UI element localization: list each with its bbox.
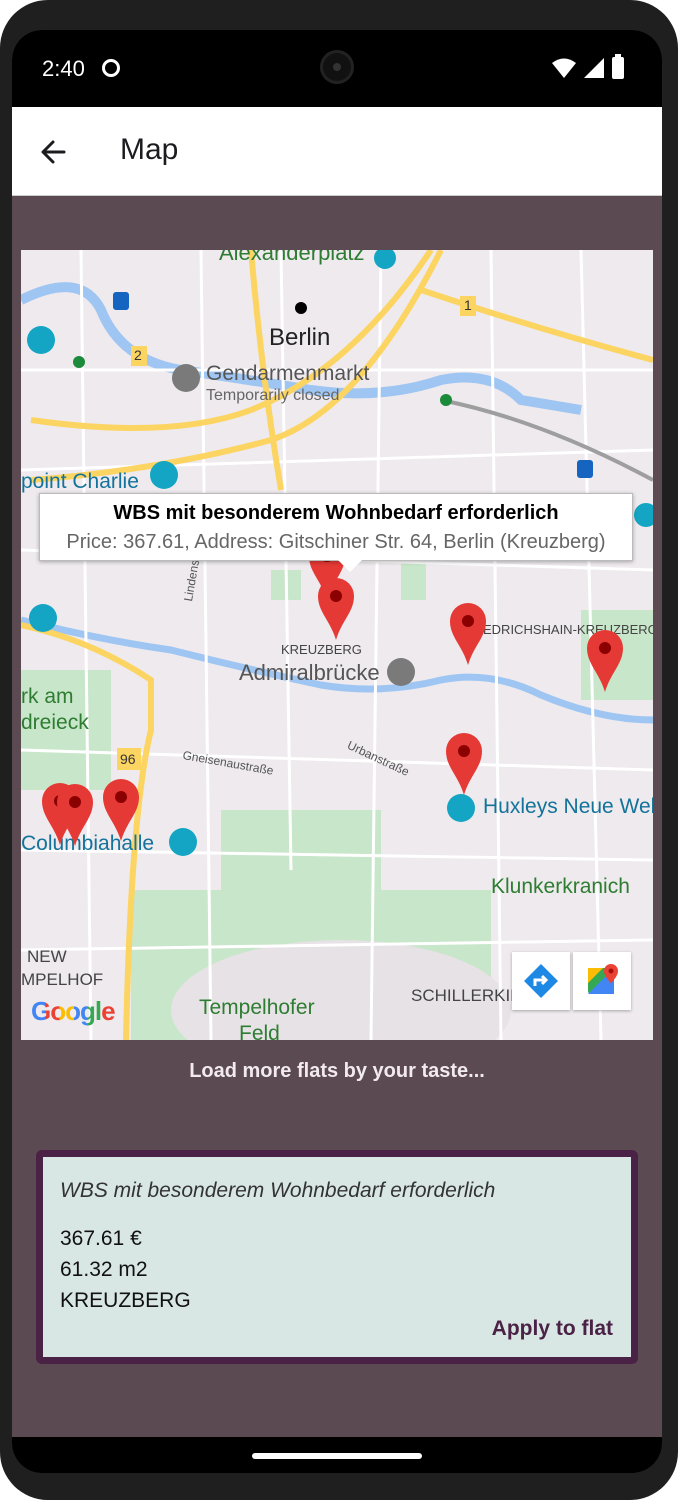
- apply-to-flat-button[interactable]: Apply to flat: [492, 1317, 613, 1341]
- map-marker[interactable]: [55, 782, 95, 846]
- phone-frame: 2:40 Map Alexanderplatz Berlin Gendarmen…: [0, 0, 678, 1500]
- map-marker[interactable]: [444, 731, 484, 795]
- flat-card[interactable]: WBS mit besonderem Wohnbedarf erforderli…: [36, 1150, 638, 1364]
- home-gesture-handle[interactable]: [252, 1453, 422, 1459]
- app-bar: Map: [12, 107, 662, 196]
- google-maps-icon: [588, 964, 618, 994]
- load-more-link[interactable]: Load more flats by your taste...: [12, 1060, 662, 1083]
- info-window-title: WBS mit besonderem Wohnbedarf erforderli…: [113, 502, 559, 524]
- navigation-bar: [12, 1437, 662, 1473]
- poi-museum-2: [27, 326, 55, 354]
- transit-u-1: [113, 292, 129, 310]
- status-time: 2:40: [42, 56, 85, 81]
- road-shield-1: 1: [464, 297, 472, 313]
- flat-card-price: 367.61 €: [60, 1227, 142, 1250]
- camera-cutout: [320, 50, 354, 84]
- map-marker[interactable]: [585, 628, 625, 692]
- park-small-2: [401, 560, 426, 600]
- wifi-icon: [552, 58, 576, 78]
- directions-icon: [524, 964, 558, 998]
- map-label-friedrichshain: EDRICHSHAIN-KREUZBERG: [483, 622, 653, 637]
- map-label-tempelhof-district: MPELHOF: [21, 970, 104, 989]
- info-window-tail: [338, 560, 362, 572]
- poi-checkpoint: [150, 461, 178, 489]
- flat-card-district: KREUZBERG: [60, 1289, 191, 1312]
- screen: 2:40 Map Alexanderplatz Berlin Gendarmen…: [12, 30, 662, 1473]
- map-label-huxleys: Huxleys Neue Wel: [483, 795, 653, 818]
- map-label-feld: Feld: [239, 1022, 280, 1040]
- poi-huxleys: [447, 794, 475, 822]
- poi-admiralbruecke: [387, 658, 415, 686]
- status-bar: 2:40: [12, 30, 662, 107]
- flat-card-title: WBS mit besonderem Wohnbedarf erforderli…: [60, 1179, 496, 1202]
- transit-u-2: [577, 460, 593, 478]
- poi-museum: [29, 604, 57, 632]
- signal-icon: [584, 58, 604, 78]
- app-notification-icon: [102, 59, 120, 77]
- battery-icon: [612, 54, 624, 79]
- directions-button[interactable]: [512, 952, 570, 1010]
- map-label-admiralbruecke: Admiralbrücke: [239, 660, 380, 685]
- open-google-maps-button[interactable]: [573, 952, 631, 1010]
- map-label-klunkerkranich: Klunkerkranich: [491, 875, 630, 898]
- system-icons: [552, 54, 624, 79]
- map-label-dreieck: dreieck: [21, 711, 89, 734]
- transit-berlin: [295, 302, 307, 314]
- map-label-gendarmenmarkt: Gendarmenmarkt: [206, 362, 370, 385]
- map-label-kreuzberg: KREUZBERG: [281, 642, 362, 657]
- info-window-snippet: Price: 367.61, Address: Gitschiner Str. …: [66, 531, 606, 553]
- map-label-alexanderplatz: Alexanderplatz: [219, 250, 365, 265]
- transit-s-2: [440, 394, 452, 406]
- map-label-new: NEW: [27, 947, 67, 966]
- transit-s-1: [73, 356, 85, 368]
- map-label-checkpoint: point Charlie: [21, 470, 139, 493]
- poi-gendarmenmarkt: [172, 364, 200, 392]
- park-hasenheide: [221, 810, 381, 890]
- road-shield-96: 96: [120, 751, 136, 767]
- map-label-tempelhofer: Tempelhofer: [199, 996, 315, 1019]
- map-marker[interactable]: [448, 601, 488, 665]
- marker-info-window[interactable]: WBS mit besonderem Wohnbedarf erforderli…: [39, 493, 633, 572]
- map-label-park-am: rk am: [21, 685, 74, 708]
- google-logo-text: Google: [31, 996, 116, 1026]
- map-label-temporarily-closed: Temporarily closed: [206, 387, 340, 404]
- road-shield-2: 2: [134, 347, 142, 363]
- flat-card-area: 61.32 m2: [60, 1258, 148, 1281]
- map-label-berlin: Berlin: [269, 324, 331, 351]
- google-logo: Google: [31, 996, 116, 1027]
- map-view[interactable]: Alexanderplatz Berlin Gendarmenmarkt Tem…: [21, 250, 653, 1040]
- map-marker[interactable]: [101, 777, 141, 841]
- page-title: Map: [120, 133, 179, 166]
- poi-columbiahalle: [169, 828, 197, 856]
- back-arrow-icon[interactable]: [38, 137, 68, 167]
